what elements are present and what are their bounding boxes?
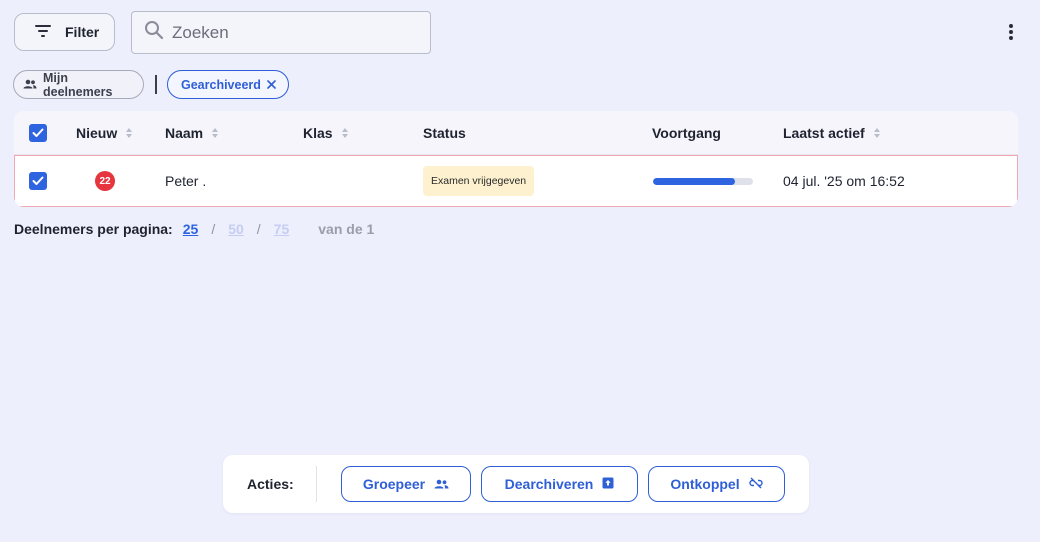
close-icon[interactable] [267, 78, 276, 92]
progress-bar-fill [653, 177, 735, 185]
participants-table: Nieuw Naam Klas Status Voortgang Laatst … [14, 111, 1018, 207]
group-button-label: Groepeer [362, 476, 426, 492]
page-size-75[interactable]: 75 [274, 221, 290, 237]
column-name[interactable]: Naam [165, 111, 219, 155]
column-class[interactable]: Klas [303, 111, 348, 155]
column-last-active-label: Laatst actief [783, 125, 865, 141]
sort-icon [341, 128, 348, 138]
select-all-cell [29, 111, 47, 155]
column-last-active[interactable]: Laatst actief [783, 111, 880, 155]
divider [316, 466, 317, 502]
pagination: Deelnemers per pagina: 25 / 50 / 75 van … [14, 220, 374, 238]
new-cell: 22 [95, 156, 115, 206]
unlink-button[interactable]: Ontkoppel [648, 466, 785, 502]
divider: / [256, 221, 261, 237]
divider: / [211, 221, 216, 237]
filter-chips: Mijn deelnemers Gearchiveerd [13, 70, 289, 99]
column-status: Status [423, 111, 466, 155]
new-count-badge: 22 [95, 171, 115, 191]
progress-cell [653, 156, 753, 206]
more-options-icon[interactable] [1002, 21, 1020, 43]
unarchive-icon [602, 476, 614, 492]
people-icon [434, 476, 449, 492]
page-size-50[interactable]: 50 [228, 221, 244, 237]
search-box [131, 11, 431, 54]
filter-icon [35, 24, 51, 40]
per-page-label: Deelnemers per pagina: [14, 221, 173, 237]
page-count: van de 1 [318, 221, 375, 237]
status-badge: Examen vrijgegeven [423, 166, 535, 196]
people-icon [23, 78, 37, 92]
toolbar: Filter [14, 11, 1026, 54]
row-select-cell [29, 156, 47, 206]
column-new[interactable]: Nieuw [76, 111, 133, 155]
sort-icon [873, 128, 880, 138]
filter-label: Filter [65, 24, 100, 40]
name-cell[interactable]: Peter . [165, 156, 206, 206]
filter-button[interactable]: Filter [14, 13, 115, 51]
chip-archived-label: Gearchiveerd [181, 77, 261, 92]
check-icon [32, 128, 44, 137]
sort-icon [212, 128, 219, 138]
unarchive-button-label: Dearchiveren [504, 476, 594, 492]
unarchive-button[interactable]: Dearchiveren [481, 466, 638, 502]
check-icon [32, 176, 44, 185]
column-class-label: Klas [303, 125, 333, 141]
unlink-button-label: Ontkoppel [670, 476, 740, 492]
chip-archived[interactable]: Gearchiveerd [167, 70, 289, 99]
link-off-icon [748, 476, 763, 492]
actions-bar: Acties: Groepeer Dearchiveren Ontkoppel [223, 455, 809, 513]
column-new-label: Nieuw [76, 125, 118, 141]
column-progress-label: Voortgang [652, 125, 721, 141]
chip-my-participants-label: Mijn deelnemers [43, 70, 113, 99]
page-size-25[interactable]: 25 [183, 221, 199, 237]
last-active-cell: 04 jul. '25 om 16:52 [783, 173, 905, 189]
column-name-label: Naam [165, 125, 204, 141]
search-input[interactable] [172, 22, 412, 43]
progress-bar [653, 177, 753, 185]
table-row[interactable]: 22 Peter . Examen vrijgegeven 04 jul. '2… [14, 155, 1018, 207]
chip-divider [155, 75, 157, 94]
sort-icon [126, 128, 133, 138]
status-cell: Examen vrijgegeven [423, 156, 535, 206]
column-progress: Voortgang [652, 111, 721, 155]
actions-label: Acties: [247, 476, 294, 492]
chip-my-participants[interactable]: Mijn deelnemers [13, 70, 144, 99]
search-icon [144, 20, 164, 45]
table-header: Nieuw Naam Klas Status Voortgang Laatst … [14, 111, 1018, 155]
select-all-checkbox[interactable] [29, 124, 47, 142]
column-status-label: Status [423, 125, 466, 141]
group-button[interactable]: Groepeer [341, 466, 471, 502]
row-checkbox[interactable] [29, 172, 47, 190]
